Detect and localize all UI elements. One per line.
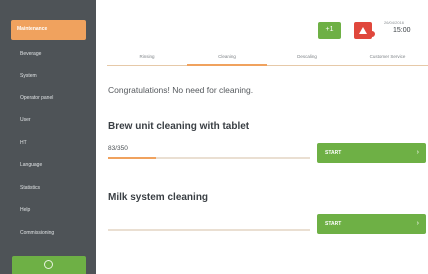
brew-cleaning-progress <box>108 157 310 159</box>
sidebar-item-statistics[interactable]: Statistics <box>0 181 96 199</box>
tab-label: Descaling <box>297 54 317 59</box>
tab-cleaning[interactable]: Cleaning <box>187 54 267 66</box>
sidebar-item-label: Maintenance <box>17 26 48 32</box>
sidebar-item-help[interactable]: Help <box>0 203 96 221</box>
milk-cleaning-start-button[interactable]: START › <box>317 214 426 234</box>
power-button[interactable] <box>12 256 86 274</box>
sidebar: Maintenance Beverage System Operator pan… <box>0 0 96 274</box>
start-label: START <box>325 221 342 227</box>
tab-label: Rinsing <box>139 54 155 59</box>
status-message: Congratulations! No need for cleaning. <box>108 85 254 95</box>
tab-label: Customer Service <box>369 54 406 59</box>
chevron-right-icon: › <box>416 220 419 227</box>
add-button-label: +1 <box>325 26 334 33</box>
time-display: 15:00 <box>393 27 411 34</box>
sidebar-item-operator-panel[interactable]: Operator panel <box>0 91 96 109</box>
sidebar-item-maintenance[interactable]: Maintenance <box>11 20 86 40</box>
sidebar-item-label: Statistics <box>20 185 41 191</box>
notification-dot <box>369 31 375 37</box>
warning-icon <box>359 27 367 34</box>
brew-cleaning-progress-fill <box>108 157 156 159</box>
sidebar-item-system[interactable]: System <box>0 69 96 87</box>
tab-rinsing[interactable]: Rinsing <box>107 54 187 66</box>
chevron-right-icon: › <box>416 149 419 156</box>
sidebar-item-label: Operator panel <box>20 95 54 101</box>
sidebar-item-label: System <box>20 73 37 79</box>
sidebar-item-language[interactable]: Language <box>0 158 96 176</box>
start-label: START <box>325 150 342 156</box>
tab-underline <box>347 65 428 66</box>
date-display: 26/04/2016 <box>384 20 405 25</box>
sidebar-item-beverage[interactable]: Beverage <box>0 47 96 65</box>
milk-cleaning-progress <box>108 229 310 231</box>
sidebar-item-commissioning[interactable]: Commissioning <box>0 226 96 244</box>
power-icon <box>44 260 53 269</box>
sidebar-item-label: Commissioning <box>20 230 55 236</box>
sidebar-item-label: Language <box>20 162 43 168</box>
maintenance-tabs: Rinsing Cleaning Descaling Customer Serv… <box>107 54 428 66</box>
sidebar-item-ht[interactable]: HT <box>0 136 96 154</box>
sidebar-item-label: Help <box>20 207 31 213</box>
tab-underline <box>267 65 347 66</box>
tab-customer-service[interactable]: Customer Service <box>347 54 428 66</box>
add-button[interactable]: +1 <box>318 22 341 39</box>
brew-cleaning-counter: 83/350 <box>108 145 128 152</box>
tab-underline <box>107 65 187 66</box>
tab-underline <box>187 64 267 66</box>
tab-label: Cleaning <box>218 54 236 59</box>
milk-cleaning-title: Milk system cleaning <box>108 192 209 203</box>
sidebar-item-label: User <box>20 117 31 123</box>
sidebar-item-label: Beverage <box>20 51 42 57</box>
tab-descaling[interactable]: Descaling <box>267 54 347 66</box>
brew-cleaning-start-button[interactable]: START › <box>317 143 426 163</box>
sidebar-item-user[interactable]: User <box>0 113 96 131</box>
sidebar-item-label: HT <box>20 140 27 146</box>
brew-cleaning-title: Brew unit cleaning with tablet <box>108 121 250 132</box>
